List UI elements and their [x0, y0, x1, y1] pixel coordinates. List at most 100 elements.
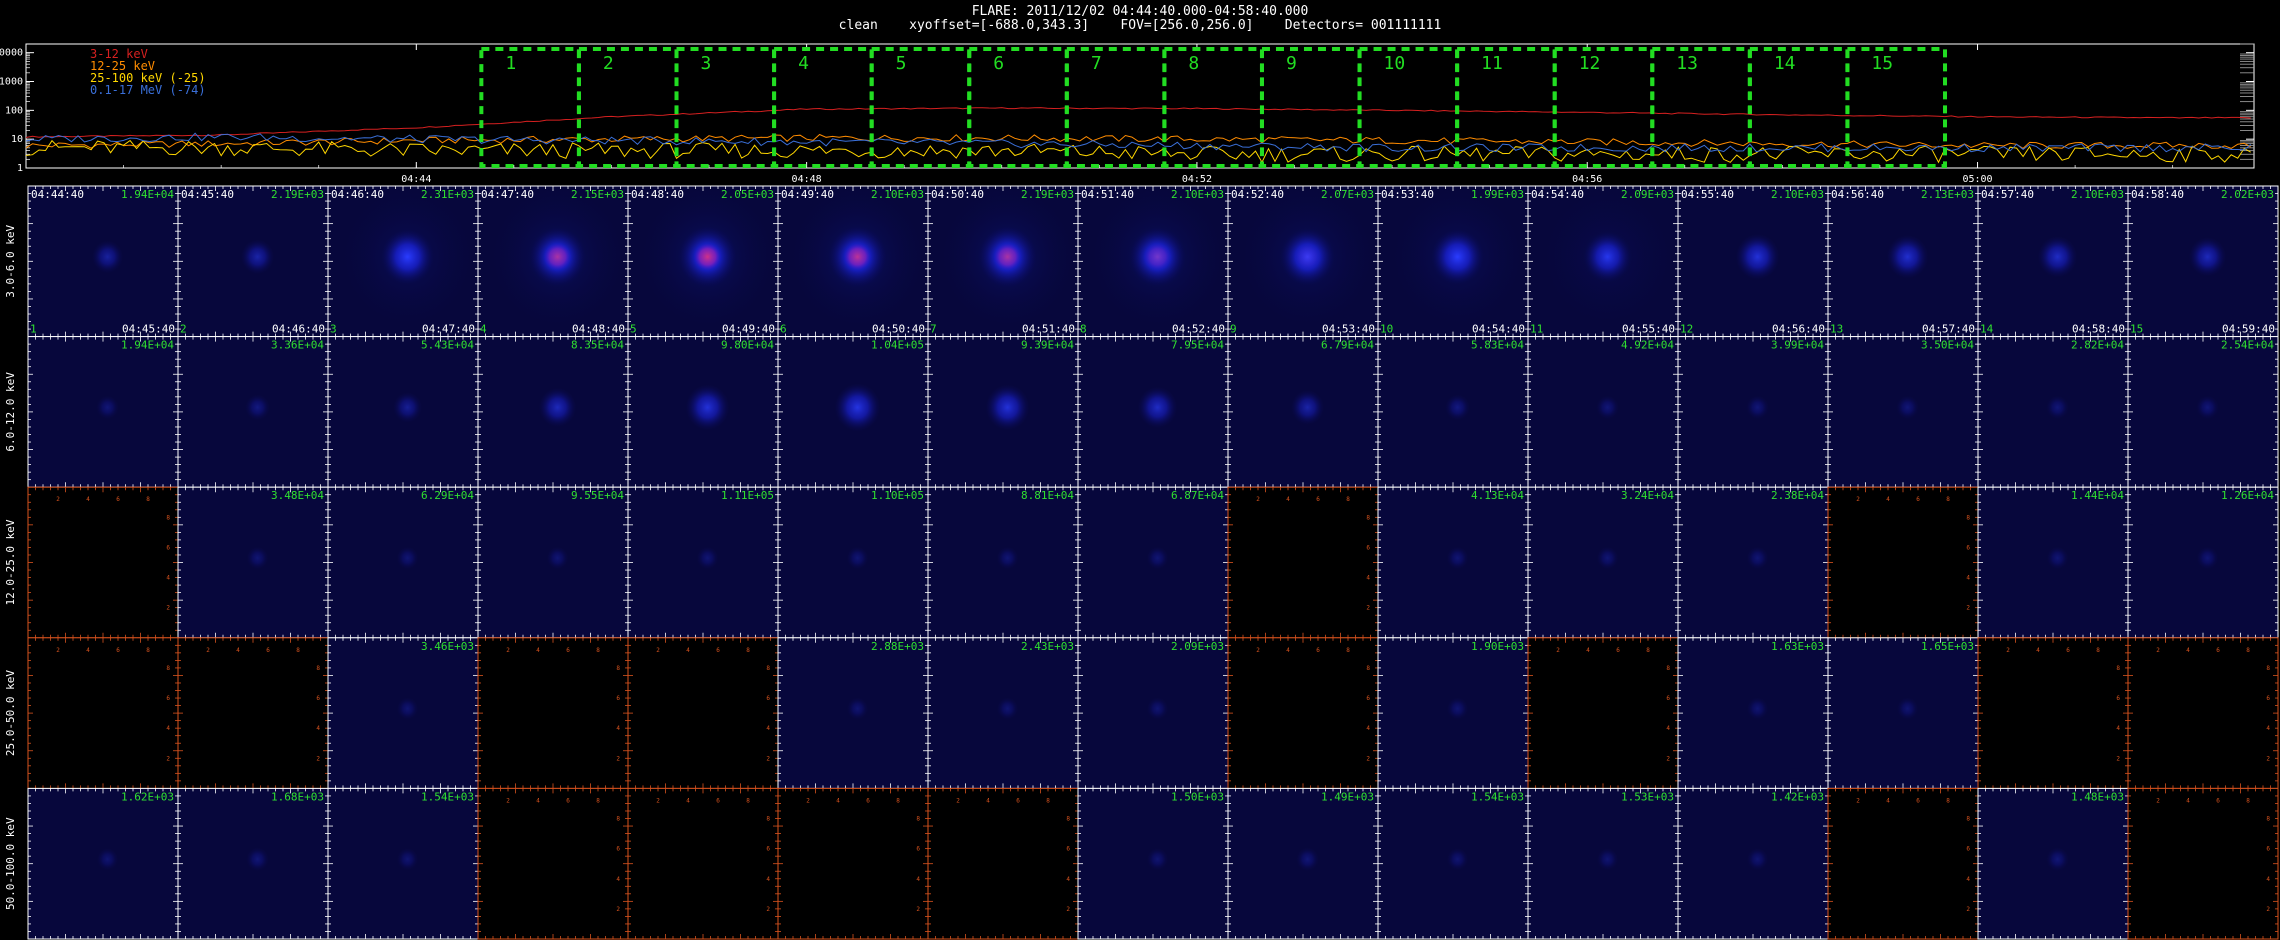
image-panel: 3.24E+04: [1527, 486, 1679, 639]
panel-end-time: 04:52:40: [1172, 323, 1225, 336]
source-blob: [246, 546, 269, 570]
image-panel: 4.92E+04: [1527, 336, 1679, 488]
panel-frame: [177, 637, 329, 789]
panel-end-time: 04:51:40: [1022, 323, 1075, 336]
image-panel: 2.10E+03 04:57:40 04:58:40 14: [1977, 185, 2129, 338]
y-tick-label: 10000: [0, 48, 23, 59]
panel-index: 10: [1380, 323, 1393, 336]
panel-start-time: 04:47:40: [481, 188, 534, 201]
empty-panel-tick-label: 6: [166, 544, 170, 551]
source-blob: [1137, 386, 1178, 429]
source-core: [694, 243, 721, 271]
empty-panel-tick-label: 4: [86, 647, 90, 654]
panel-start-time: 04:44:40: [31, 188, 84, 201]
panel-frame: [1977, 637, 2129, 789]
time-interval-box: [1064, 47, 1167, 168]
image-panel: 3.36E+04: [177, 336, 329, 488]
panel-max-value: 2.88E+03: [871, 640, 924, 653]
source-blob: [1431, 229, 1484, 285]
empty-panel-tick-label: 4: [1966, 575, 1970, 582]
panel-index: 1: [30, 323, 37, 336]
panel-index: 2: [180, 323, 187, 336]
legend-entry: 0.1-17 MeV (-74): [90, 83, 206, 97]
panel-end-time: 04:46:40: [272, 323, 325, 336]
panel-frame: [627, 637, 779, 789]
panel-index: 12: [1680, 323, 1693, 336]
time-interval-label: 8: [1188, 53, 1199, 74]
x-tick-label: 04:48: [792, 174, 822, 185]
empty-panel-tick-label: 6: [116, 647, 120, 654]
empty-panel-tick-label: 2: [506, 647, 510, 654]
panel-frame: [1527, 637, 1679, 789]
panel-start-time: 04:57:40: [1981, 188, 2034, 201]
panel-max-value: 4.92E+04: [1621, 339, 1674, 352]
source-blob: [1583, 231, 1632, 283]
time-interval-label: 9: [1286, 53, 1297, 74]
panel-max-value: 1.94E+04: [121, 188, 174, 201]
panel-frame: [1827, 486, 1979, 639]
empty-panel-tick-label: 6: [716, 647, 720, 654]
time-interval-box: [479, 47, 581, 168]
panel-index: 3: [330, 323, 337, 336]
source-blob: [1886, 234, 1929, 279]
image-panel: 1.99E+03 04:53:40 04:54:40 10: [1377, 181, 1530, 338]
empty-panel-tick-label: 6: [1916, 496, 1920, 503]
panel-end-time: 04:58:40: [2072, 323, 2125, 336]
panel-end-time: 04:48:40: [572, 323, 625, 336]
panel-frame: [1227, 486, 1379, 639]
panel-end-time: 04:49:40: [722, 323, 775, 336]
empty-image-panel: 2 2 4 4 6 6 8 8: [1227, 637, 1379, 789]
panel-max-value: 8.81E+04: [1021, 489, 1074, 502]
empty-panel-tick-label: 4: [316, 725, 320, 732]
image-panel: 2.38E+04: [1677, 486, 1829, 639]
y-tick-label: 100: [5, 105, 23, 116]
empty-panel-tick-label: 2: [2006, 647, 2010, 654]
image-panel: 3.99E+04: [1677, 336, 1829, 488]
empty-panel-tick-label: 2: [1556, 647, 1560, 654]
image-panel: 2.10E+03 04:49:40 04:50:40 6: [777, 181, 930, 338]
empty-panel-tick-label: 8: [166, 665, 170, 672]
panel-end-time: 04:54:40: [1472, 323, 1525, 336]
empty-panel-tick-label: 6: [1966, 544, 1970, 551]
empty-panel-tick-label: 6: [616, 695, 620, 702]
time-interval-label: 15: [1871, 53, 1893, 74]
lightcurve-frame: [25, 43, 2255, 169]
image-panel: 6.87E+04: [1077, 486, 1229, 639]
panel-max-value: 5.83E+04: [1471, 339, 1524, 352]
source-blob: [1896, 697, 1919, 721]
empty-panel-tick-label: 6: [1316, 647, 1320, 654]
panel-index: 11: [1530, 323, 1543, 336]
empty-panel-tick-label: 6: [566, 647, 570, 654]
source-blob: [381, 229, 434, 285]
empty-panel-tick-label: 8: [146, 647, 150, 654]
panel-max-value: 1.44E+04: [2071, 489, 2124, 502]
panel-index: 5: [630, 323, 637, 336]
empty-panel-tick-label: 6: [766, 695, 770, 702]
empty-panel-tick-label: 6: [1616, 647, 1620, 654]
source-blob: [1290, 389, 1325, 426]
panel-start-time: 04:52:40: [1231, 188, 1284, 201]
empty-panel-tick-label: 4: [166, 725, 170, 732]
time-interval-box: [772, 47, 874, 168]
panel-max-value: 1.10E+05: [871, 489, 924, 502]
empty-panel-tick-label: 4: [1586, 647, 1590, 654]
image-panel: 8.81E+04: [927, 486, 1079, 639]
row-label: 12.0-25.0 keV: [4, 519, 17, 605]
image-panel: 5.43E+04: [327, 336, 479, 488]
panel-end-time: 04:56:40: [1772, 323, 1825, 336]
panel-end-time: 04:45:40: [122, 323, 175, 336]
y-tick-label: 1000: [0, 77, 23, 88]
source-blob: [1596, 546, 1619, 570]
empty-panel-tick-label: 2: [1366, 755, 1370, 762]
source-blob: [2195, 395, 2220, 420]
empty-image-panel: 2 2 4 4 6 6 8 8: [477, 637, 629, 789]
panel-max-value: 2.09E+03: [1621, 188, 1674, 201]
source-blob: [2045, 395, 2070, 420]
source-blob: [846, 546, 869, 570]
source-core: [1294, 243, 1321, 271]
source-blob: [685, 384, 730, 431]
panel-max-value: 2.07E+03: [1321, 188, 1374, 201]
panel-frame: [1227, 637, 1379, 789]
empty-panel-tick-label: 4: [86, 496, 90, 503]
empty-panel-tick-label: 8: [1366, 665, 1370, 672]
